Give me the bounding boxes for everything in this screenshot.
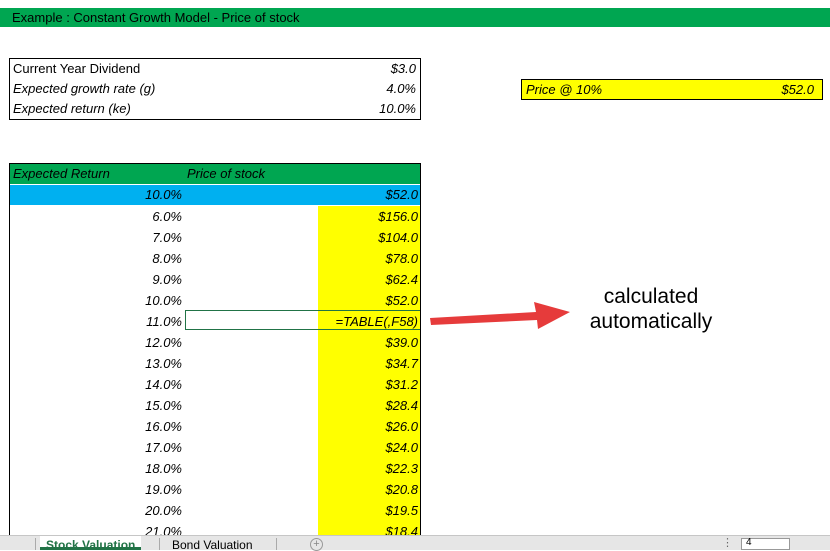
- table-row[interactable]: 8.0% $78.0: [10, 248, 420, 269]
- row-price: $34.7: [385, 356, 418, 371]
- tab-separator: [276, 538, 277, 550]
- input-value[interactable]: 4.0%: [386, 79, 416, 99]
- sheet-tab-bar: Stock Valuation Bond Valuation + ⋮ 4: [0, 535, 830, 551]
- row-expected-return: 10.0%: [145, 293, 182, 308]
- sheet-title: Example : Constant Growth Model - Price …: [12, 10, 300, 25]
- row-price: $52.0: [385, 293, 418, 308]
- data-table: Expected Return Price of stock 10.0% $52…: [9, 163, 421, 536]
- table-row[interactable]: 9.0% $62.4: [10, 269, 420, 290]
- input-label: Expected growth rate (g): [13, 81, 156, 96]
- row-price: $156.0: [378, 209, 418, 224]
- row-expected-return: 9.0%: [152, 272, 182, 287]
- arrow-right-icon: [428, 298, 574, 335]
- table-base-row[interactable]: 10.0% $52.0: [10, 185, 420, 205]
- row-price: $19.5: [385, 503, 418, 518]
- row-price: $18.4: [385, 524, 418, 536]
- row-price: $31.2: [385, 377, 418, 392]
- row-price: $24.0: [385, 440, 418, 455]
- table-row[interactable]: 10.0% $52.0: [10, 290, 420, 311]
- input-label: Expected return (ke): [13, 101, 131, 116]
- row-expected-return: 6.0%: [152, 209, 182, 224]
- more-dots-icon[interactable]: ⋮: [722, 536, 733, 550]
- header-expected-return: Expected Return: [13, 166, 110, 181]
- input-row-return[interactable]: Expected return (ke) 10.0%: [10, 99, 420, 119]
- price-label: Price @ 10%: [526, 82, 603, 97]
- row-expected-return: 11.0%: [146, 314, 182, 329]
- base-return: 10.0%: [145, 187, 182, 202]
- row-expected-return: 15.0%: [145, 398, 182, 413]
- input-value[interactable]: $3.0: [391, 59, 416, 79]
- row-price: $39.0: [385, 335, 418, 350]
- tab-separator: [35, 538, 36, 550]
- row-price: $20.8: [385, 482, 418, 497]
- table-row[interactable]: 7.0% $104.0: [10, 227, 420, 248]
- add-sheet-icon[interactable]: +: [310, 538, 323, 551]
- row-expected-return: 12.0%: [145, 335, 182, 350]
- header-price-of-stock: Price of stock: [187, 166, 266, 181]
- table-row[interactable]: 6.0% $156.0: [10, 206, 420, 227]
- row-expected-return: 20.0%: [145, 503, 182, 518]
- row-expected-return: 13.0%: [145, 356, 182, 371]
- price-result-box[interactable]: Price @ 10% $52.0: [521, 79, 823, 100]
- row-expected-return: 14.0%: [145, 377, 182, 392]
- table-row[interactable]: 18.0% $22.3: [10, 458, 420, 479]
- horizontal-scrollbar[interactable]: 4: [741, 537, 790, 550]
- annotation-line-2: automatically: [589, 310, 713, 333]
- inputs-box: Current Year Dividend $3.0 Expected grow…: [9, 58, 421, 120]
- row-expected-return: 19.0%: [145, 482, 182, 497]
- row-expected-return: 7.0%: [152, 230, 182, 245]
- row-price: $28.4: [385, 398, 418, 413]
- row-price: $78.0: [385, 251, 418, 266]
- row-expected-return: 18.0%: [145, 461, 182, 476]
- row-price: $62.4: [385, 272, 418, 287]
- tab-stock-valuation[interactable]: Stock Valuation: [40, 536, 142, 550]
- tab-separator: [159, 538, 160, 550]
- price-value: $52.0: [781, 82, 814, 97]
- annotation-line-1: calculated: [603, 285, 699, 308]
- base-price: $52.0: [385, 187, 418, 202]
- row-price: $22.3: [385, 461, 418, 476]
- table-row[interactable]: 17.0% $24.0: [10, 437, 420, 458]
- table-row[interactable]: 15.0% $28.4: [10, 395, 420, 416]
- table-row[interactable]: 21.0% $18.4: [10, 521, 420, 536]
- table-row[interactable]: 16.0% $26.0: [10, 416, 420, 437]
- row-expected-return: 21.0%: [145, 524, 182, 536]
- table-row[interactable]: 13.0% $34.7: [10, 353, 420, 374]
- row-expected-return: 8.0%: [152, 251, 182, 266]
- table-row[interactable]: 20.0% $19.5: [10, 500, 420, 521]
- row-expected-return: 16.0%: [145, 419, 182, 434]
- table-row[interactable]: 12.0% $39.0: [10, 332, 420, 353]
- input-row-growth[interactable]: Expected growth rate (g) 4.0%: [10, 79, 420, 99]
- row-expected-return: 17.0%: [145, 440, 182, 455]
- table-row[interactable]: 14.0% $31.2: [10, 374, 420, 395]
- sheet-title-banner: Example : Constant Growth Model - Price …: [0, 8, 830, 27]
- input-value[interactable]: 10.0%: [379, 99, 416, 119]
- scroll-label: 4: [746, 537, 752, 548]
- tab-bond-valuation[interactable]: Bond Valuation: [166, 536, 259, 550]
- selected-cell[interactable]: [185, 310, 420, 330]
- input-label: Current Year Dividend: [13, 61, 141, 76]
- input-row-dividend[interactable]: Current Year Dividend $3.0: [10, 59, 420, 79]
- table-header: Expected Return Price of stock: [10, 164, 420, 184]
- row-price: $104.0: [378, 230, 418, 245]
- row-price: $26.0: [385, 419, 418, 434]
- table-row[interactable]: 19.0% $20.8: [10, 479, 420, 500]
- annotation-text: calculated automatically: [566, 284, 736, 334]
